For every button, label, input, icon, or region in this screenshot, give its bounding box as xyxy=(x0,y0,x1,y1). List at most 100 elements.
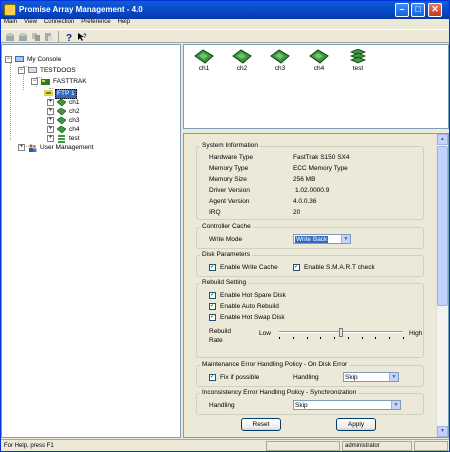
controller-cache-title: Controller Cache xyxy=(200,223,253,230)
maint-handling-label: Handling xyxy=(293,374,319,381)
maintenance-policy-group: Maintenance Error Handling Policy - On D… xyxy=(196,361,424,387)
icon-item-test[interactable]: test xyxy=(344,49,372,72)
window-title: Promise Array Management - 4.0 xyxy=(19,5,143,14)
right-pane: ch1 ch2 ch3 ch4 test ▲ ▼ System Informat… xyxy=(183,44,449,438)
rebuild-setting-group: Rebuild Setting ✓ Enable Hot Spare Disk … xyxy=(196,279,425,359)
info-value: 20 xyxy=(293,209,301,216)
scroll-down-icon[interactable]: ▼ xyxy=(437,426,448,437)
write-cache-label: Enable Write Cache xyxy=(220,264,278,271)
info-label: Memory Size xyxy=(209,176,247,183)
expand-toggle[interactable]: + xyxy=(47,126,54,133)
svg-text:?: ? xyxy=(66,33,72,42)
controller-cache-group: Controller Cache Write Mode Write Back ▼ xyxy=(196,223,424,249)
smart-checkbox[interactable]: ✓ xyxy=(293,264,300,271)
copy-icon[interactable] xyxy=(31,32,41,42)
info-label: Agent Version xyxy=(209,198,250,205)
vertical-scrollbar[interactable]: ▲ ▼ xyxy=(436,134,448,437)
info-label: Hardware Type xyxy=(209,154,253,161)
slider-tick xyxy=(389,337,390,339)
connect-icon[interactable] xyxy=(5,32,15,42)
icon-item-ch4[interactable]: ch4 xyxy=(305,49,333,72)
drive-icon xyxy=(57,99,66,107)
menu-preference[interactable]: Preference xyxy=(81,19,110,29)
inconsistency-policy-group: Inconsistency Error Handling Policy - Sy… xyxy=(196,389,424,415)
menu-connection[interactable]: Connection xyxy=(44,19,74,29)
disconnect-icon[interactable] xyxy=(18,32,28,42)
slider-tick xyxy=(293,337,294,339)
array-stack-icon xyxy=(58,135,65,143)
drive-icon xyxy=(232,49,252,64)
slider-tick xyxy=(279,337,280,339)
users-icon xyxy=(29,144,37,152)
incon-handling-select[interactable]: Skip ▼ xyxy=(293,400,401,410)
slider-tick xyxy=(403,337,404,339)
icon-item-ch2[interactable]: ch2 xyxy=(228,49,256,72)
scroll-thumb[interactable] xyxy=(437,146,448,306)
write-cache-checkbox[interactable]: ✓ xyxy=(209,264,216,271)
maximize-button[interactable]: □ xyxy=(411,3,425,17)
slider-tick xyxy=(348,337,349,339)
array-stack-icon xyxy=(349,49,367,64)
smart-label: Enable S.M.A.R.T check xyxy=(304,264,375,271)
drive-icon xyxy=(194,49,214,64)
scroll-up-icon[interactable]: ▲ xyxy=(437,134,448,145)
drive-icon xyxy=(57,126,66,134)
expand-toggle[interactable]: + xyxy=(47,135,54,142)
slider-thumb[interactable] xyxy=(339,328,343,337)
write-mode-label: Write Mode xyxy=(209,236,243,243)
info-value: FastTrak S150 SX4 xyxy=(293,154,350,161)
status-pane-user: administrator xyxy=(342,441,412,451)
context-help-icon[interactable]: ? xyxy=(77,32,87,42)
icon-item-ch1[interactable]: ch1 xyxy=(190,49,218,72)
chevron-down-icon[interactable]: ▼ xyxy=(389,373,398,381)
drive-icon xyxy=(57,117,66,125)
fix-if-possible-checkbox[interactable]: ✓ xyxy=(209,374,216,381)
menu-main[interactable]: Main xyxy=(4,19,17,29)
inconsistency-policy-title: Inconsistency Error Handling Policy - Sy… xyxy=(200,389,359,396)
incon-handling-label: Handling xyxy=(209,402,235,409)
close-button[interactable]: ✕ xyxy=(428,3,442,17)
info-label: Driver Version xyxy=(209,187,250,194)
chevron-down-icon[interactable]: ▼ xyxy=(341,235,350,243)
rebuild-rate-slider[interactable] xyxy=(197,284,425,359)
info-value: ECC Memory Type xyxy=(293,165,348,172)
minimize-button[interactable]: – xyxy=(395,3,409,17)
toolbar: ? ? xyxy=(1,29,449,43)
apply-button[interactable]: Apply xyxy=(336,418,376,431)
toolbar-separator xyxy=(58,31,59,42)
collapse-toggle[interactable]: − xyxy=(5,56,12,63)
status-pane-extra xyxy=(414,441,448,451)
status-help-text: For Help, press F1 xyxy=(4,443,54,449)
maint-handling-select[interactable]: Skip ▼ xyxy=(343,372,399,382)
info-label: Memory Type xyxy=(209,165,249,172)
disk-parameters-title: Disk Parameters xyxy=(200,251,253,258)
reset-button[interactable]: Reset xyxy=(241,418,281,431)
fix-if-possible-label: Fix if possible xyxy=(220,374,260,381)
title-bar[interactable]: Promise Array Management - 4.0 – □ ✕ xyxy=(1,1,449,19)
system-info-title: System Information xyxy=(200,142,260,149)
menu-view[interactable]: View xyxy=(24,19,37,29)
paste-icon[interactable] xyxy=(44,32,54,42)
menu-help[interactable]: Help xyxy=(118,19,130,29)
tree-pane: − My Console − TESTDOOS − FASTTRAK FTP 1… xyxy=(1,44,181,438)
slider-tick xyxy=(334,337,335,339)
expand-toggle[interactable]: + xyxy=(47,99,54,106)
info-label: IRQ xyxy=(209,209,221,216)
expand-toggle[interactable]: + xyxy=(18,144,25,151)
slider-tick xyxy=(362,337,363,339)
icon-item-ch3[interactable]: ch3 xyxy=(266,49,294,72)
help-icon[interactable]: ? xyxy=(64,32,74,42)
chevron-down-icon[interactable]: ▼ xyxy=(391,401,400,409)
slider-tick xyxy=(307,337,308,339)
info-value: 1.02.0000.9 xyxy=(295,187,330,194)
drive-icon xyxy=(309,49,329,64)
expand-toggle[interactable]: + xyxy=(47,117,54,124)
app-window: Promise Array Management - 4.0 – □ ✕ Mai… xyxy=(0,0,450,452)
menu-bar: Main View Connection Preference Help xyxy=(1,19,449,29)
write-mode-select[interactable]: Write Back ▼ xyxy=(293,234,351,244)
collapse-toggle[interactable]: − xyxy=(18,67,25,74)
expand-toggle[interactable]: + xyxy=(47,108,54,115)
details-panel: ▲ ▼ System Information Hardware Type Fas… xyxy=(183,133,449,438)
slider-tick xyxy=(320,337,321,339)
collapse-toggle[interactable]: − xyxy=(31,78,38,85)
